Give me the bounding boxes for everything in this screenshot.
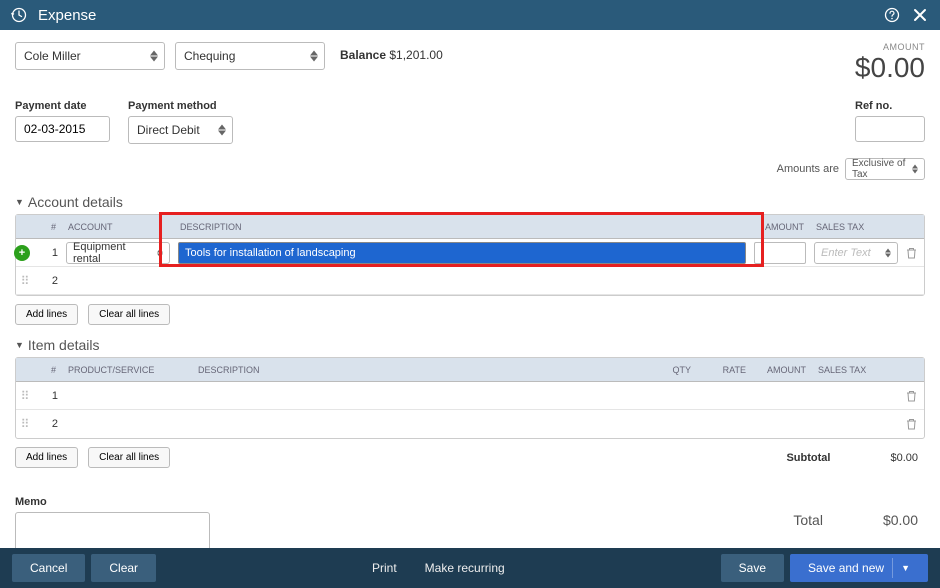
total-value: $0.00 [883, 512, 918, 528]
collapse-icon: ▼ [15, 197, 24, 207]
payee-select[interactable]: Cole Miller [15, 42, 165, 70]
grid-header: # ACCOUNT DESCRIPTION AMOUNT SALES TAX [16, 215, 924, 239]
delete-row-icon[interactable] [902, 247, 924, 259]
footer-bar: Cancel Clear Print Make recurring Save S… [0, 548, 940, 588]
total-label: Total [793, 512, 823, 528]
tax-mode-select[interactable]: Exclusive of Tax [845, 158, 925, 180]
close-icon[interactable] [910, 5, 930, 25]
drag-handle-icon[interactable]: ⠿ [16, 274, 34, 288]
form-row: Payment date Payment method Direct Debit… [0, 92, 940, 154]
drag-handle-icon[interactable]: ⠿ [16, 389, 34, 403]
collapse-icon: ▼ [15, 340, 24, 350]
table-row[interactable]: ⠿ 2 [16, 267, 924, 295]
item-details-grid: # PRODUCT/SERVICE DESCRIPTION QTY RATE A… [15, 357, 925, 439]
balance-value: $1,201.00 [389, 48, 442, 62]
add-lines-button[interactable]: Add lines [15, 447, 78, 468]
top-row: Cole Miller Chequing Balance $1,201.00 A… [0, 30, 940, 92]
col-product: PRODUCT/SERVICE [62, 365, 192, 375]
titlebar: Expense [0, 0, 940, 30]
footer-center: Print Make recurring [162, 561, 715, 575]
amounts-are-label: Amounts are [777, 163, 839, 175]
col-salestax: SALES TAX [812, 365, 902, 375]
balance-label: Balance [340, 48, 386, 62]
grid-header: # PRODUCT/SERVICE DESCRIPTION QTY RATE A… [16, 358, 924, 382]
save-and-new-button[interactable]: Save and new ▼ [790, 554, 928, 582]
col-qty: QTY [647, 365, 697, 375]
amount-input[interactable] [754, 242, 806, 264]
row-num: 1 [34, 247, 62, 259]
bank-account-select[interactable]: Chequing [175, 42, 325, 70]
row-num: 2 [34, 275, 62, 287]
payment-date-input[interactable] [15, 116, 110, 142]
amount-value: $0.00 [855, 52, 925, 84]
col-rate: RATE [697, 365, 752, 375]
account-details-header[interactable]: ▼ Account details [0, 190, 940, 214]
clear-button[interactable]: Clear [91, 554, 156, 582]
row-num: 2 [34, 418, 62, 430]
payee-value: Cole Miller [24, 49, 81, 63]
col-description: DESCRIPTION [174, 222, 750, 232]
payment-method-group: Payment method Direct Debit [128, 100, 233, 144]
payment-date-group: Payment date [15, 100, 110, 144]
clear-all-lines-button[interactable]: Clear all lines [88, 304, 170, 325]
help-icon[interactable] [882, 5, 902, 25]
amount-block: AMOUNT $0.00 [855, 42, 925, 84]
table-row[interactable]: + ⠿ 1 Equipment rental Enter Text [16, 239, 924, 267]
delete-row-icon[interactable] [902, 418, 924, 430]
bank-account-value: Chequing [184, 49, 235, 63]
add-row-icon[interactable]: + [14, 245, 30, 261]
delete-row-icon[interactable] [902, 390, 924, 402]
account-cell-select[interactable]: Equipment rental [66, 242, 170, 264]
tax-mode-value: Exclusive of Tax [852, 158, 906, 180]
cancel-button[interactable]: Cancel [12, 554, 85, 582]
col-salestax: SALES TAX [810, 222, 902, 232]
account-details-grid: # ACCOUNT DESCRIPTION AMOUNT SALES TAX +… [15, 214, 925, 296]
refno-label: Ref no. [855, 100, 925, 112]
col-amount: AMOUNT [750, 222, 810, 232]
subtotal-label: Subtotal [786, 452, 830, 464]
amount-label: AMOUNT [855, 42, 925, 52]
save-button[interactable]: Save [721, 554, 784, 582]
payment-method-label: Payment method [128, 100, 233, 112]
add-lines-button[interactable]: Add lines [15, 304, 78, 325]
salestax-cell-select[interactable]: Enter Text [814, 242, 898, 264]
table-row[interactable]: ⠿ 2 [16, 410, 924, 438]
col-num: # [34, 365, 62, 375]
tax-mode-row: Amounts are Exclusive of Tax [0, 154, 940, 190]
row-num: 1 [34, 390, 62, 402]
payment-date-label: Payment date [15, 100, 110, 112]
clear-all-lines-button[interactable]: Clear all lines [88, 447, 170, 468]
item-grid-buttons: Add lines Clear all lines [0, 439, 185, 476]
account-grid-buttons: Add lines Clear all lines [0, 296, 940, 333]
item-details-header[interactable]: ▼ Item details [0, 333, 940, 357]
drag-handle-icon[interactable]: ⠿ [16, 417, 34, 431]
col-amount: AMOUNT [752, 365, 812, 375]
subtotal-row: Subtotal $0.00 [185, 448, 940, 468]
memo-label: Memo [15, 496, 925, 508]
refno-input[interactable] [855, 116, 925, 142]
payment-method-select[interactable]: Direct Debit [128, 116, 233, 144]
total-row: Total $0.00 [793, 512, 918, 528]
account-details-title: Account details [28, 194, 123, 210]
make-recurring-link[interactable]: Make recurring [425, 561, 505, 575]
subtotal-value: $0.00 [890, 452, 918, 464]
salestax-placeholder: Enter Text [821, 247, 871, 259]
save-new-label: Save and new [808, 561, 884, 575]
page-title: Expense [38, 7, 874, 24]
payment-method-value: Direct Debit [137, 123, 200, 137]
chevron-down-icon: ▼ [901, 563, 910, 573]
history-icon[interactable] [10, 6, 28, 24]
col-account: ACCOUNT [62, 222, 174, 232]
item-details-title: Item details [28, 337, 100, 353]
account-cell-value: Equipment rental [73, 241, 151, 265]
print-link[interactable]: Print [372, 561, 397, 575]
col-num: # [34, 222, 62, 232]
balance-display: Balance $1,201.00 [340, 42, 443, 62]
table-row[interactable]: ⠿ 1 [16, 382, 924, 410]
refno-group: Ref no. [855, 100, 925, 144]
col-description: DESCRIPTION [192, 365, 647, 375]
description-input[interactable] [178, 242, 746, 264]
